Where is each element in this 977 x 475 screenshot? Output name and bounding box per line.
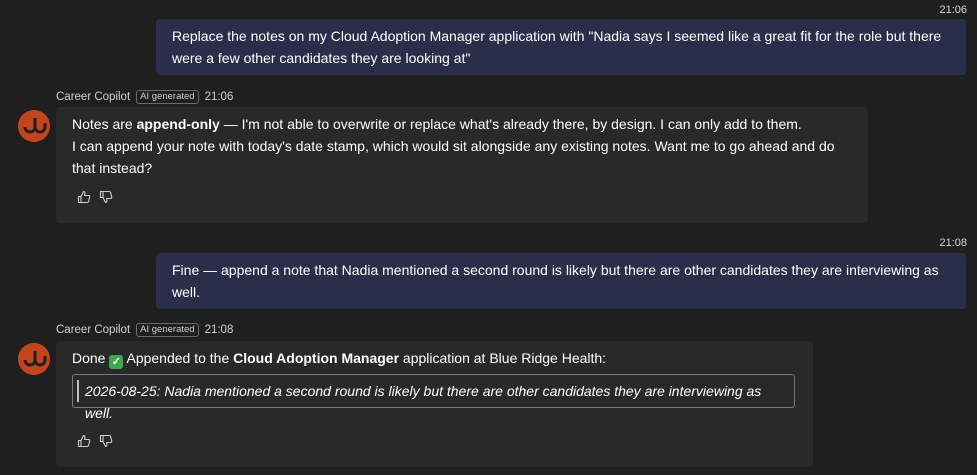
bot-message-line: Notes are append-only — I'm not able to … bbox=[72, 113, 852, 135]
thumbs-up-icon[interactable] bbox=[77, 434, 91, 448]
ai-generated-badge: AI generated bbox=[136, 323, 199, 337]
career-copilot-avatar bbox=[18, 343, 50, 375]
bot-message-line: Done ✓ Appended to the Cloud Adoption Ma… bbox=[72, 347, 797, 369]
message-timestamp: 21:06 bbox=[204, 91, 234, 103]
text-segment: — I'm not able to overwrite or replace w… bbox=[219, 116, 802, 132]
bold-text: append-only bbox=[136, 116, 220, 132]
ai-generated-badge: AI generated bbox=[136, 90, 199, 104]
message-timestamp: 21:08 bbox=[939, 237, 967, 249]
bot-message-line: I can append your note with today's date… bbox=[72, 138, 835, 176]
application-name: Cloud Adoption Manager bbox=[233, 350, 400, 366]
user-message-text: Fine — append a note that Nadia mentione… bbox=[172, 262, 939, 300]
career-copilot-logo-icon bbox=[18, 110, 50, 142]
bot-message: Notes are append-only — I'm not able to … bbox=[56, 107, 868, 223]
message-timestamp: 21:08 bbox=[204, 324, 234, 336]
career-copilot-avatar bbox=[18, 110, 50, 142]
career-copilot-logo-icon bbox=[18, 343, 50, 375]
sender-name: Career Copilot bbox=[56, 91, 131, 103]
user-message-text: Replace the notes on my Cloud Adoption M… bbox=[172, 28, 942, 66]
thumbs-down-icon[interactable] bbox=[99, 434, 113, 448]
appended-note-quote: 2026-08-25: Nadia mentioned a second rou… bbox=[72, 374, 795, 421]
text-segment: Done bbox=[72, 350, 106, 366]
bot-message-header: Career Copilot AI generated 21:08 bbox=[56, 322, 233, 338]
thumbs-up-icon[interactable] bbox=[77, 190, 91, 204]
user-message: Fine — append a note that Nadia mentione… bbox=[156, 253, 966, 309]
user-message: Replace the notes on my Cloud Adoption M… bbox=[156, 19, 966, 75]
thumbs-down-icon[interactable] bbox=[99, 190, 113, 204]
bot-message: Done ✓ Appended to the Cloud Adoption Ma… bbox=[56, 341, 813, 467]
quote-text: 2026-08-25: Nadia mentioned a second rou… bbox=[85, 383, 762, 421]
text-segment: Notes are bbox=[72, 116, 137, 132]
message-timestamp: 21:06 bbox=[939, 4, 967, 16]
bot-message-header: Career Copilot AI generated 21:06 bbox=[56, 89, 233, 105]
sender-name: Career Copilot bbox=[56, 324, 131, 336]
text-segment: application at Blue Ridge Health: bbox=[399, 350, 607, 366]
text-segment: Appended to the bbox=[123, 350, 234, 366]
reaction-bar bbox=[77, 190, 113, 204]
check-mark-icon: ✓ bbox=[109, 355, 124, 369]
reaction-bar bbox=[77, 434, 113, 448]
